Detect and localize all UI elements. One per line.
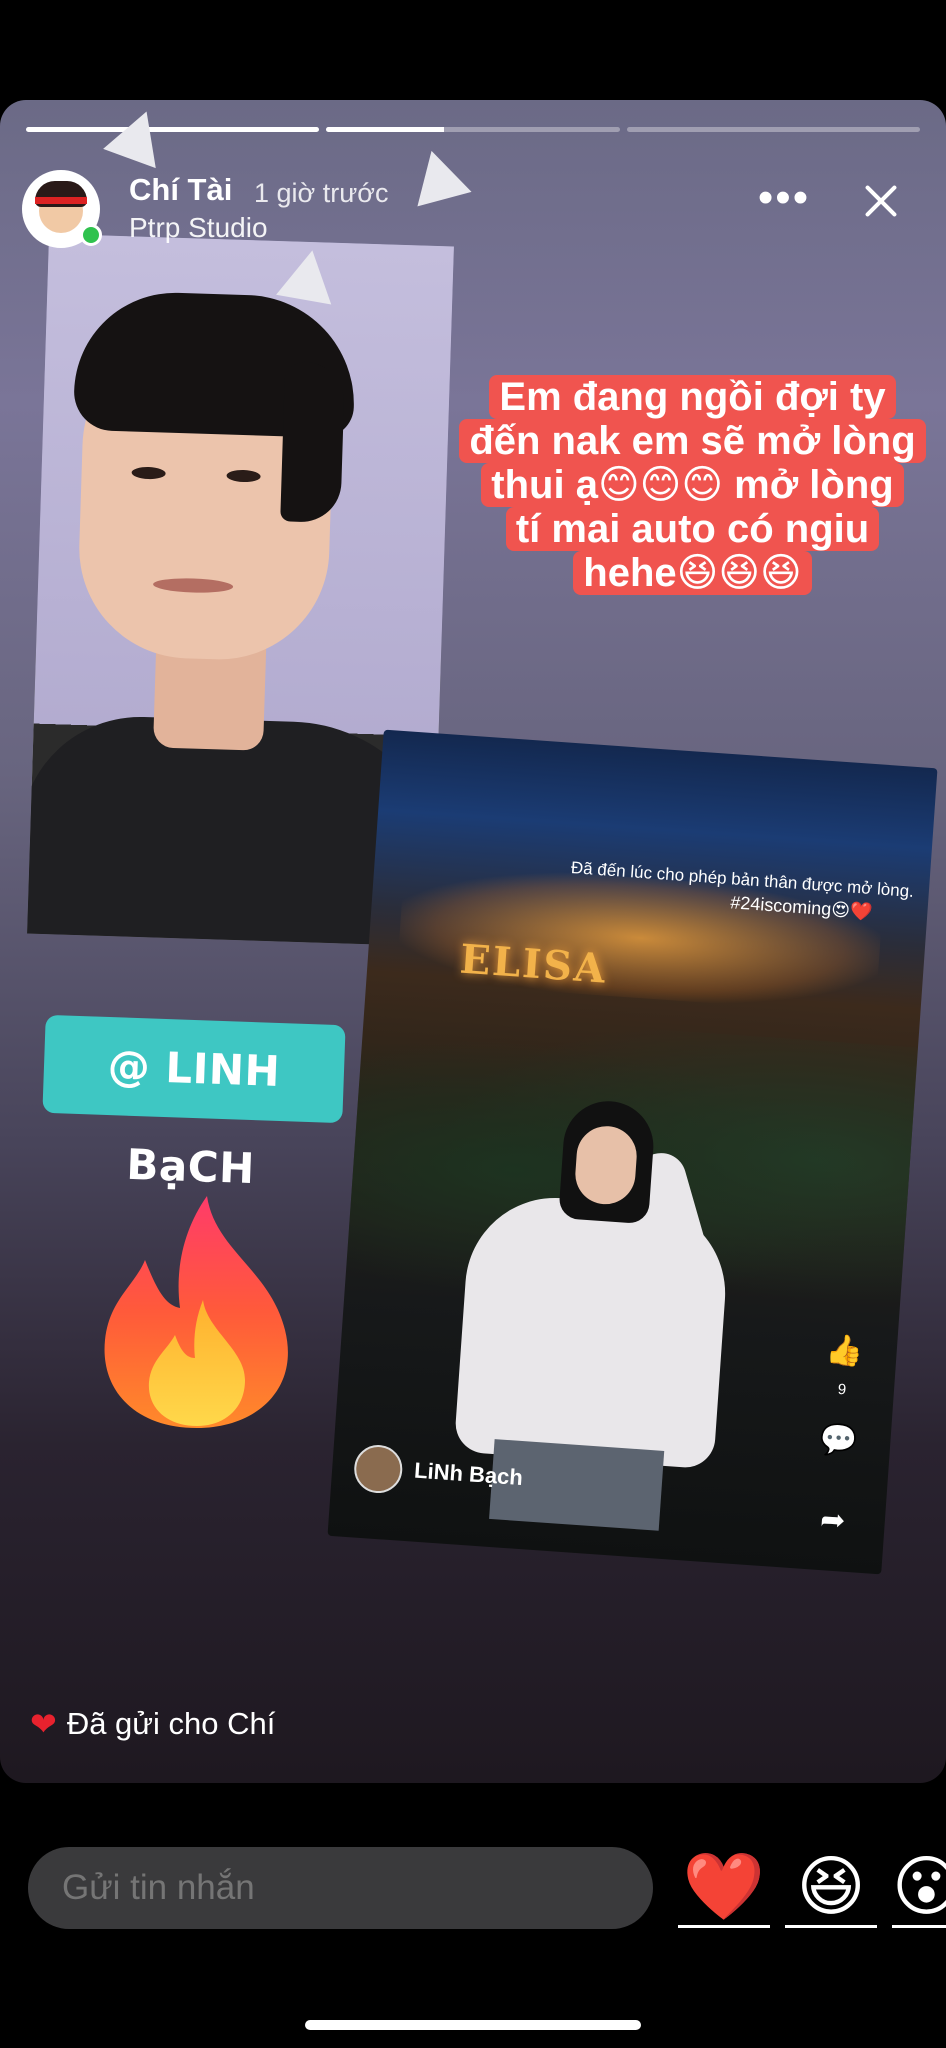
progress-fill	[26, 127, 320, 132]
caption-line: hehe😆😆😆	[573, 551, 812, 595]
like-icon[interactable]: 👍	[823, 1332, 865, 1370]
reaction-underline	[785, 1925, 877, 1928]
progress-segment	[626, 127, 920, 132]
user-subtitle[interactable]: Ptrp Studio	[129, 212, 268, 244]
sent-notice-text: Đã gửi cho Chí	[66, 1706, 276, 1741]
post-author-avatar[interactable]	[352, 1443, 404, 1495]
reaction-surprised[interactable]: 😮	[892, 1844, 946, 1928]
progress-segment	[26, 127, 320, 132]
caption-line: thui ạ😊😊😊 mở lòng	[481, 463, 904, 507]
more-options-button[interactable]: •••	[754, 176, 814, 224]
heart-icon: ❤	[30, 1706, 57, 1742]
share-icon[interactable]: ➦	[812, 1502, 854, 1540]
story-header: Chí Tài 1 giờ trước Ptrp Studio •••	[22, 170, 924, 250]
post-time: 1 giờ trước	[254, 178, 389, 208]
comment-icon[interactable]: 💬	[817, 1422, 859, 1460]
decor-triangle	[276, 245, 340, 305]
caption-line: Em đang ngồi đợi ty	[489, 375, 896, 419]
caption-line: đến nak em sẽ mở lòng	[459, 419, 926, 463]
progress-segment	[326, 127, 620, 132]
reaction-laughing[interactable]: 😆	[785, 1844, 877, 1928]
username[interactable]: Chí Tài	[129, 172, 232, 208]
fire-icon	[104, 1196, 288, 1428]
progress-fill	[326, 127, 444, 132]
home-indicator[interactable]	[305, 2020, 641, 2030]
close-icon[interactable]	[856, 176, 906, 226]
caption-line: tí mai auto có ngiu	[505, 507, 880, 551]
online-status-dot	[80, 224, 102, 246]
caption-text-sticker: Em đang ngồi đợi ty đến nak em sẽ mở lòn…	[445, 375, 940, 595]
message-input[interactable]	[28, 1847, 653, 1929]
reaction-underline	[892, 1925, 946, 1928]
shared-post[interactable]: ELISA Đã đến lúc cho phép bản thân được …	[327, 729, 938, 1575]
decor-triangle	[103, 101, 173, 169]
reaction-underline	[678, 1925, 770, 1928]
mention-sticker[interactable]: @ LINH BạCH	[42, 1014, 346, 1193]
sent-notice: ❤ Đã gửi cho Chí	[30, 1705, 275, 1743]
reaction-heart[interactable]: ❤️	[678, 1844, 770, 1928]
story-viewer[interactable]: Chí Tài 1 giờ trước Ptrp Studio ••• Em đ…	[0, 100, 946, 1783]
like-count: 9	[837, 1380, 847, 1399]
